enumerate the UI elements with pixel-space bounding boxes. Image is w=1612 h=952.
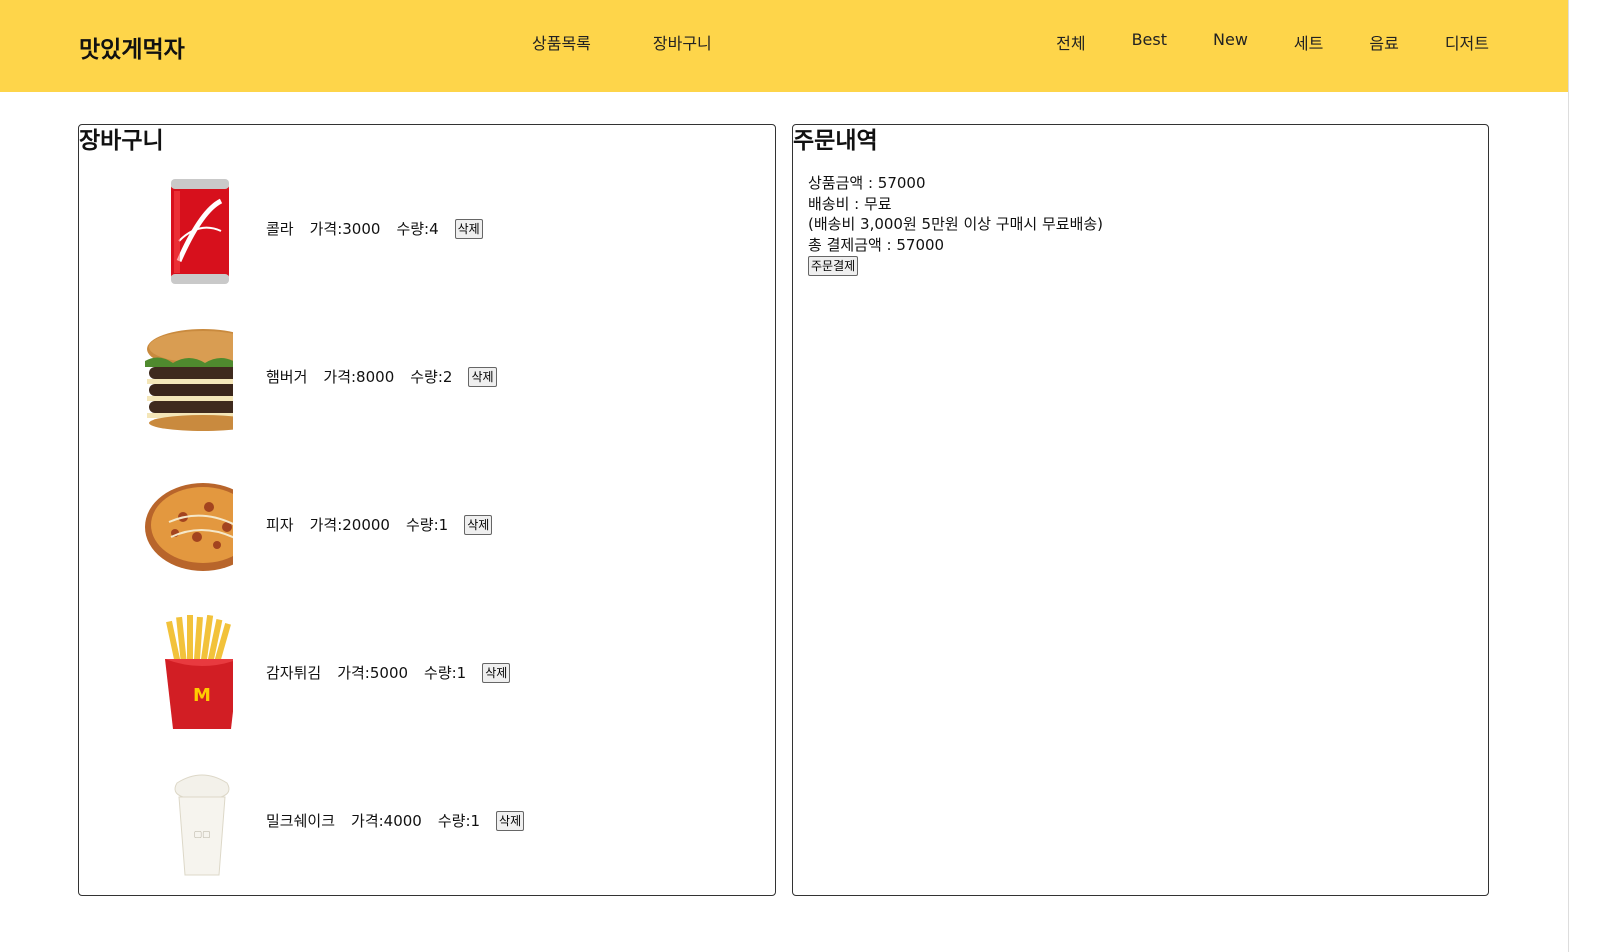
delete-button[interactable]: 삭제: [482, 662, 511, 683]
shipping-text: 배송비 : 무료: [808, 194, 892, 213]
item-qty: 수량:2: [410, 368, 453, 386]
item-qty: 수량:1: [437, 812, 481, 830]
item-info: 감자튀김 가격:5000 수량:1 삭제: [266, 662, 511, 683]
item-qty: 수량:1: [405, 516, 449, 534]
category-all[interactable]: 전체: [1056, 30, 1085, 54]
category-best[interactable]: Best: [1132, 30, 1167, 54]
category-nav: 전체 Best New 세트 음료 디저트: [1056, 30, 1489, 54]
item-info: 밀크쉐이크 가격:4000 수량:1 삭제: [266, 810, 525, 831]
item-name: 밀크쉐이크: [266, 812, 336, 830]
cart-item: 피자 가격:20000 수량:1 삭제: [79, 467, 775, 587]
delete-button[interactable]: 삭제: [454, 218, 483, 239]
item-price: 가격:8000: [323, 368, 395, 386]
pay-button[interactable]: 주문결제: [808, 256, 859, 276]
cart-title: 장바구니: [79, 128, 164, 154]
nav-product-list[interactable]: 상품목록: [532, 30, 591, 54]
item-name: 피자: [266, 516, 294, 534]
category-drink[interactable]: 음료: [1369, 30, 1398, 54]
total-text: 총 결제금액 : 57000: [808, 235, 945, 254]
item-info: 피자 가격:20000 수량:1 삭제: [266, 514, 493, 535]
item-price: 가격:20000: [309, 516, 390, 534]
category-new[interactable]: New: [1213, 30, 1248, 54]
order-summary: 상품금액 : 57000 배송비 : 무료 (배송비 3,000원 5만원 이상…: [793, 156, 1488, 276]
item-price: 가격:4000: [351, 812, 422, 830]
item-qty: 수량:4: [396, 220, 439, 238]
item-info: 콜라 가격:3000 수량:4 삭제: [266, 218, 483, 239]
milkshake-image: ▢▢: [174, 774, 230, 876]
french-fries-image: M: [165, 615, 233, 729]
delete-button[interactable]: 삭제: [496, 810, 525, 831]
cola-can-image: [171, 179, 229, 284]
nav-cart[interactable]: 장바구니: [653, 30, 712, 54]
shipping-note: (배송비 3,000원 5만원 이상 구매시 무료배송): [808, 215, 1104, 233]
pizza-image: [145, 483, 233, 571]
main-nav: 상품목록 장바구니: [532, 30, 712, 54]
delete-button[interactable]: 삭제: [468, 366, 497, 387]
cart-item: M 감자튀김 가격:5000 수량:1 삭제: [79, 615, 775, 735]
subtotal-text: 상품금액 : 57000: [808, 174, 926, 192]
item-name: 콜라: [266, 220, 294, 238]
item-name: 감자튀김: [266, 664, 322, 682]
item-info: 햄버거 가격:8000 수량:2 삭제: [266, 366, 497, 387]
cart-item: ▢▢ 밀크쉐이크 가격:4000 수량:1 삭제: [79, 763, 775, 883]
item-name: 햄버거: [266, 368, 308, 386]
cart-item: 콜라 가격:3000 수량:4 삭제: [79, 171, 775, 291]
item-price: 가격:3000: [309, 220, 381, 238]
delete-button[interactable]: 삭제: [464, 514, 493, 535]
order-title: 주문내역: [793, 128, 878, 154]
item-price: 가격:5000: [337, 664, 409, 682]
cart-item: 햄버거 가격:8000 수량:2 삭제: [79, 319, 775, 439]
svg-text:M: M: [193, 685, 211, 706]
site-logo[interactable]: 맛있게먹자: [79, 30, 185, 64]
category-dessert[interactable]: 디저트: [1445, 30, 1489, 54]
hamburger-image: [145, 329, 233, 431]
cart-panel: 장바구니 콜라 가격:3000 수량:4 삭제 햄버거 가격:8000 수량:2…: [78, 124, 776, 896]
svg-text:▢▢: ▢▢: [193, 830, 210, 840]
category-set[interactable]: 세트: [1294, 30, 1323, 54]
scrollbar-gutter: [1568, 0, 1612, 952]
order-panel: 주문내역 상품금액 : 57000 배송비 : 무료 (배송비 3,000원 5…: [792, 124, 1489, 896]
item-qty: 수량:1: [424, 664, 467, 682]
top-header: 맛있게먹자 상품목록 장바구니 전체 Best New 세트 음료 디저트: [0, 0, 1568, 92]
